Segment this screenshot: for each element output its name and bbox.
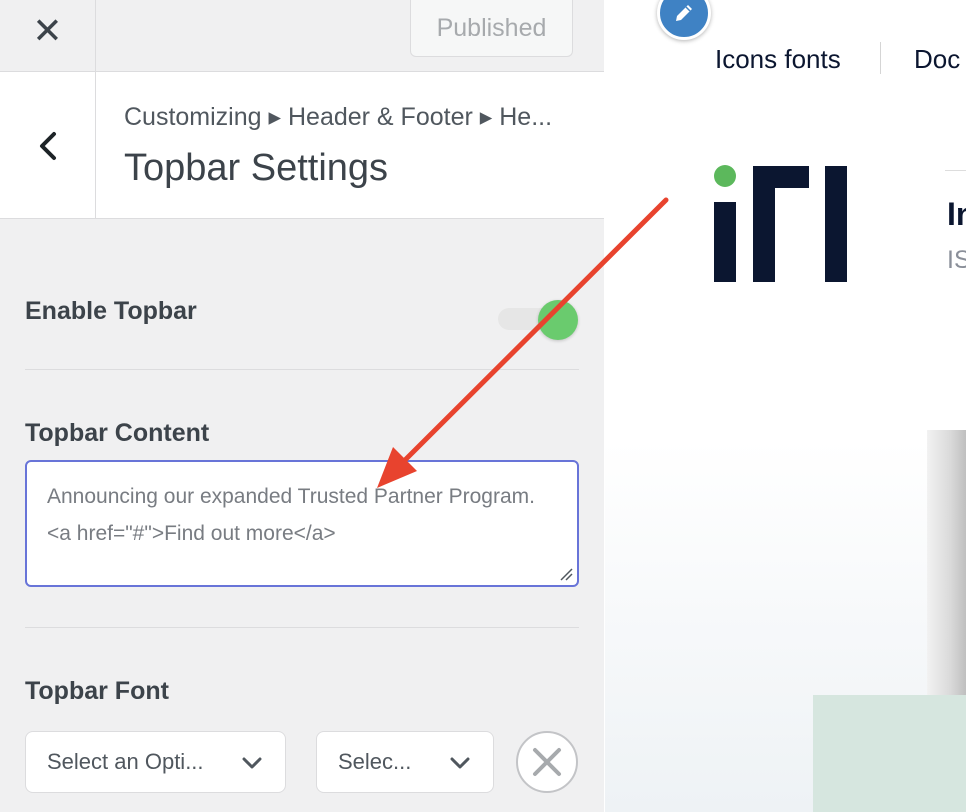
decorative-block bbox=[813, 695, 966, 812]
pencil-icon bbox=[676, 5, 692, 21]
topbar-font-label: Topbar Font bbox=[25, 677, 169, 705]
edit-shortcut-button[interactable] bbox=[657, 0, 711, 40]
chevron-down-icon bbox=[450, 757, 470, 769]
font-variant-select[interactable]: Selec... bbox=[316, 731, 494, 793]
hero-image bbox=[927, 430, 966, 695]
topbar-content-textarea[interactable]: Announcing our expanded Trusted Partner … bbox=[25, 460, 579, 587]
section-header: Customizing ▸ Header & Footer ▸ He... To… bbox=[0, 72, 604, 219]
font-family-select-value: Select an Opti... bbox=[47, 749, 204, 774]
nav-link-icons-fonts[interactable]: Icons fonts bbox=[715, 44, 841, 75]
nav-divider bbox=[880, 42, 881, 74]
site-logo[interactable] bbox=[713, 164, 849, 284]
customizer-topbar: ✕ Published bbox=[0, 0, 604, 72]
back-button[interactable] bbox=[0, 72, 96, 219]
enable-topbar-label: Enable Topbar bbox=[25, 297, 197, 325]
toggle-knob bbox=[538, 300, 578, 340]
divider bbox=[25, 369, 579, 370]
enable-topbar-toggle[interactable] bbox=[498, 300, 580, 340]
hero-title: In bbox=[947, 196, 966, 232]
clear-font-button[interactable] bbox=[516, 731, 578, 793]
divider bbox=[945, 170, 966, 171]
chevron-left-icon bbox=[39, 131, 56, 160]
close-customizer-button[interactable]: ✕ bbox=[0, 0, 96, 72]
close-icon bbox=[533, 748, 561, 776]
section-controls: Enable Topbar Topbar Content Announcing … bbox=[0, 219, 604, 812]
font-variant-select-value: Selec... bbox=[338, 749, 412, 774]
close-icon: ✕ bbox=[32, 10, 63, 51]
hero-subtitle: IS bbox=[947, 246, 966, 274]
chevron-down-icon bbox=[242, 757, 262, 769]
publish-button[interactable]: Published bbox=[410, 0, 573, 57]
customizer-panel: ✕ Published Customizing ▸ Header & Foote… bbox=[0, 0, 604, 812]
nav-link-doc[interactable]: Doc bbox=[914, 44, 960, 75]
divider bbox=[25, 627, 579, 628]
page-title: Topbar Settings bbox=[124, 147, 389, 189]
font-family-select[interactable]: Select an Opti... bbox=[25, 731, 286, 793]
topbar-content-label: Topbar Content bbox=[25, 419, 210, 447]
resize-handle-icon[interactable] bbox=[559, 567, 573, 581]
topbar-content-value: Announcing our expanded Trusted Partner … bbox=[47, 485, 535, 545]
breadcrumb: Customizing ▸ Header & Footer ▸ He... bbox=[124, 103, 553, 131]
site-preview: Icons fonts Doc In IS bbox=[605, 0, 966, 812]
